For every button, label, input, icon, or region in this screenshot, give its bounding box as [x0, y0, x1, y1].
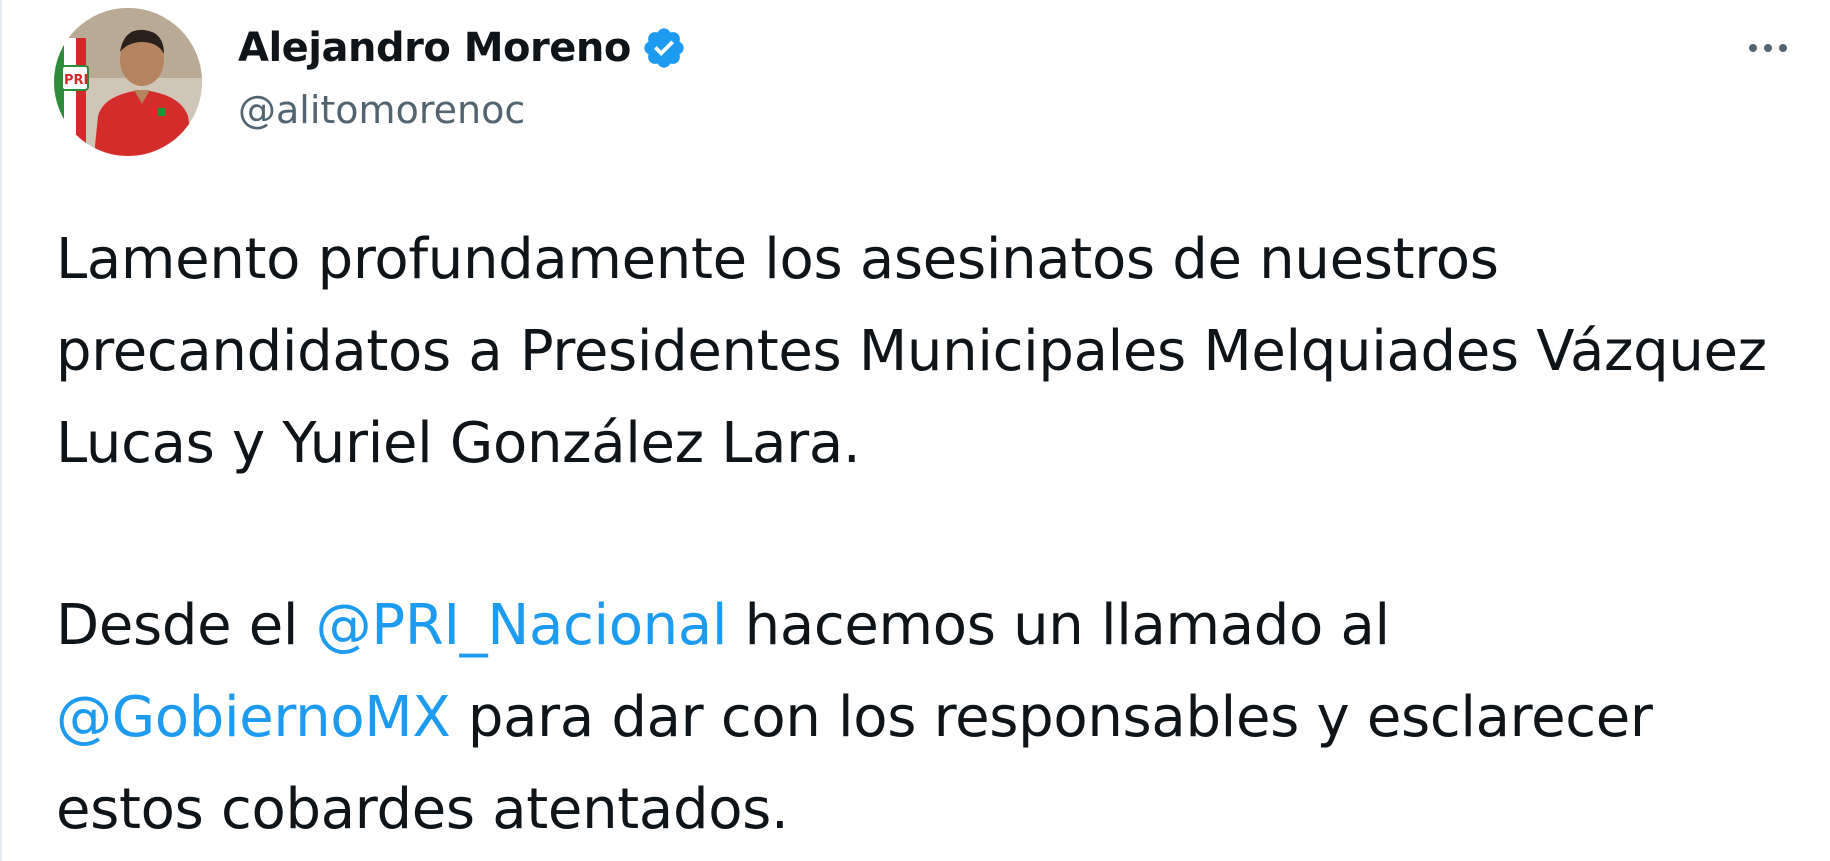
- avatar-logo-text: PRI: [64, 73, 88, 88]
- tweet-text: Lamento profundamente los asesinatos de …: [56, 214, 1796, 856]
- mention-link-pri-nacional[interactable]: @PRI_Nacional: [316, 593, 728, 658]
- tweet-paragraph-1: Lamento profundamente los asesinatos de …: [56, 227, 1767, 476]
- avatar[interactable]: PRI: [54, 8, 202, 156]
- verified-badge-icon: [641, 25, 687, 71]
- tweet-text-segment: Desde el: [56, 593, 316, 658]
- author-handle[interactable]: @alitomorenoc: [238, 88, 687, 132]
- tweet-paragraph-2: Desde el @PRI_Nacional hacemos un llamad…: [56, 580, 1796, 856]
- tweet-header: Alejandro Moreno @alitomorenoc: [238, 18, 687, 132]
- avatar-image: PRI: [54, 8, 202, 156]
- tweet-card[interactable]: PRI Alejandro Moreno @alitomorenoc Lamen…: [0, 0, 1830, 861]
- author-display-name[interactable]: Alejandro Moreno: [238, 25, 631, 71]
- mention-link-gobiernomx[interactable]: @GobiernoMX: [56, 685, 451, 750]
- author-name-row: Alejandro Moreno: [238, 18, 687, 78]
- more-options-button[interactable]: [1732, 22, 1804, 74]
- more-horizontal-icon: [1749, 44, 1787, 52]
- tweet-text-segment: hacemos un llamado al: [727, 593, 1390, 658]
